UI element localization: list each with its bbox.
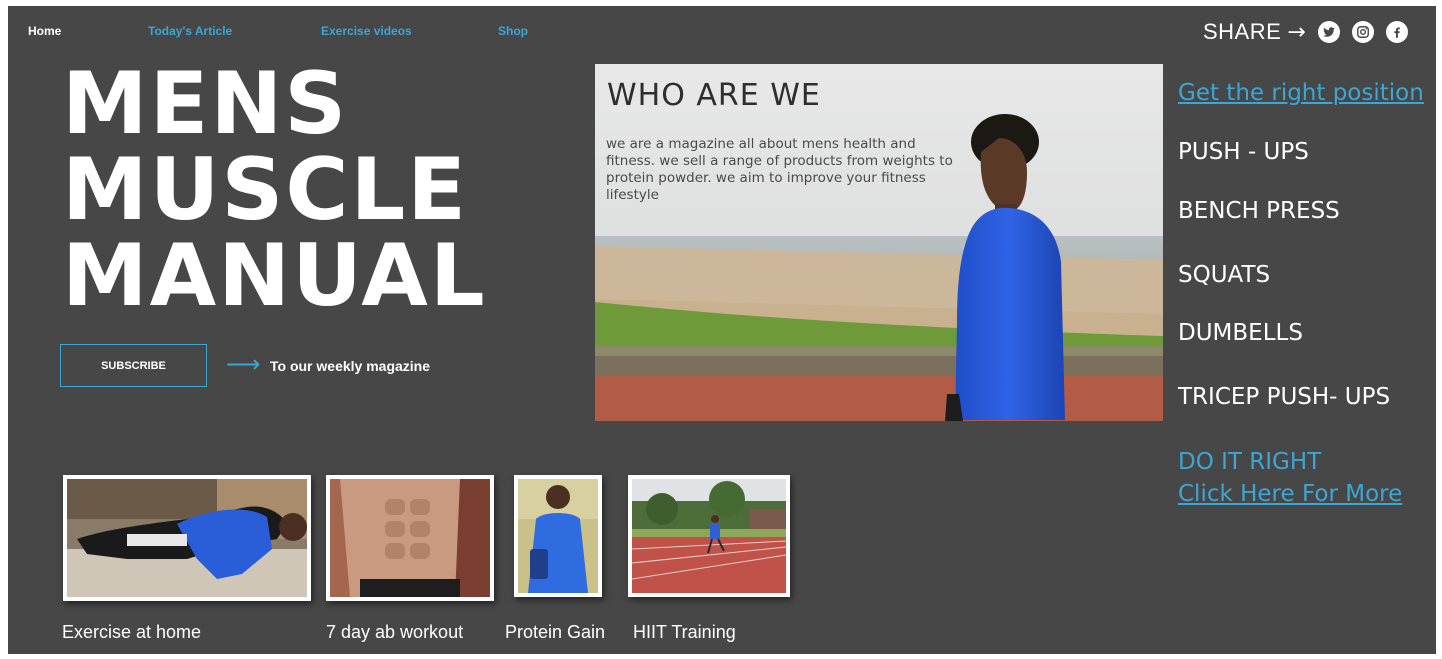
caption-7-day-ab-workout[interactable]: 7 day ab workout: [326, 622, 463, 643]
subscribe-text: To our weekly magazine: [270, 358, 431, 374]
get-the-right-position-link[interactable]: Get the right position: [1178, 80, 1424, 106]
arrow-right-icon: ⟶: [226, 350, 261, 378]
caption-exercise-at-home[interactable]: Exercise at home: [62, 622, 201, 643]
hero-photo: [595, 64, 1163, 421]
exercise-item-push-ups[interactable]: PUSH - UPS: [1178, 139, 1309, 165]
nav-shop[interactable]: Shop: [498, 24, 528, 38]
nav-todays-article[interactable]: Today's Article: [148, 24, 232, 38]
thumb-exercise-at-home[interactable]: [63, 475, 311, 601]
site-title-line-3: MANUAL: [62, 226, 487, 326]
exercise-item-squats[interactable]: SQUATS: [1178, 262, 1270, 288]
exercise-at-home-photo: [67, 479, 307, 597]
site-title: MENS MUSCLE MANUAL: [62, 61, 542, 319]
hero-title: WHO ARE WE: [607, 78, 821, 113]
protein-gain-photo: [518, 479, 598, 593]
thumb-hiit-training[interactable]: [628, 475, 790, 597]
exercise-item-bench-press[interactable]: BENCH PRESS: [1178, 198, 1340, 224]
nav-home[interactable]: Home: [28, 24, 61, 38]
site-title-line-1: MENS: [62, 54, 349, 154]
subscribe-button[interactable]: SUBSCRIBE: [60, 344, 207, 387]
who-are-we-hero: WHO ARE WE we are a magazine all about m…: [595, 64, 1163, 421]
thumb-protein-gain[interactable]: [514, 475, 602, 597]
do-it-right-heading: DO IT RIGHT: [1178, 449, 1322, 475]
hero-description: we are a magazine all about mens health …: [606, 136, 953, 203]
ab-workout-photo: [330, 479, 490, 597]
share-arrow-icon: →: [1287, 19, 1306, 45]
caption-protein-gain[interactable]: Protein Gain: [505, 622, 605, 643]
exercise-item-tricep-push-ups[interactable]: TRICEP PUSH- UPS: [1178, 384, 1390, 410]
caption-hiit-training[interactable]: HIIT Training: [633, 622, 736, 643]
site-title-line-2: MUSCLE: [62, 140, 469, 240]
share-label: SHARE: [1203, 19, 1282, 44]
page: Home Today's Article Exercise videos Sho…: [8, 6, 1436, 654]
hiit-training-photo: [632, 479, 786, 593]
exercise-item-dumbells[interactable]: DUMBELLS: [1178, 320, 1303, 346]
facebook-icon[interactable]: [1385, 21, 1408, 43]
instagram-icon[interactable]: [1351, 21, 1374, 43]
share-bar: SHARE →: [1203, 18, 1408, 46]
click-here-for-more-link[interactable]: Click Here For More: [1178, 481, 1402, 507]
thumb-7-day-ab-workout[interactable]: [326, 475, 494, 601]
nav-exercise-videos[interactable]: Exercise videos: [321, 24, 412, 38]
twitter-icon[interactable]: [1317, 21, 1340, 43]
